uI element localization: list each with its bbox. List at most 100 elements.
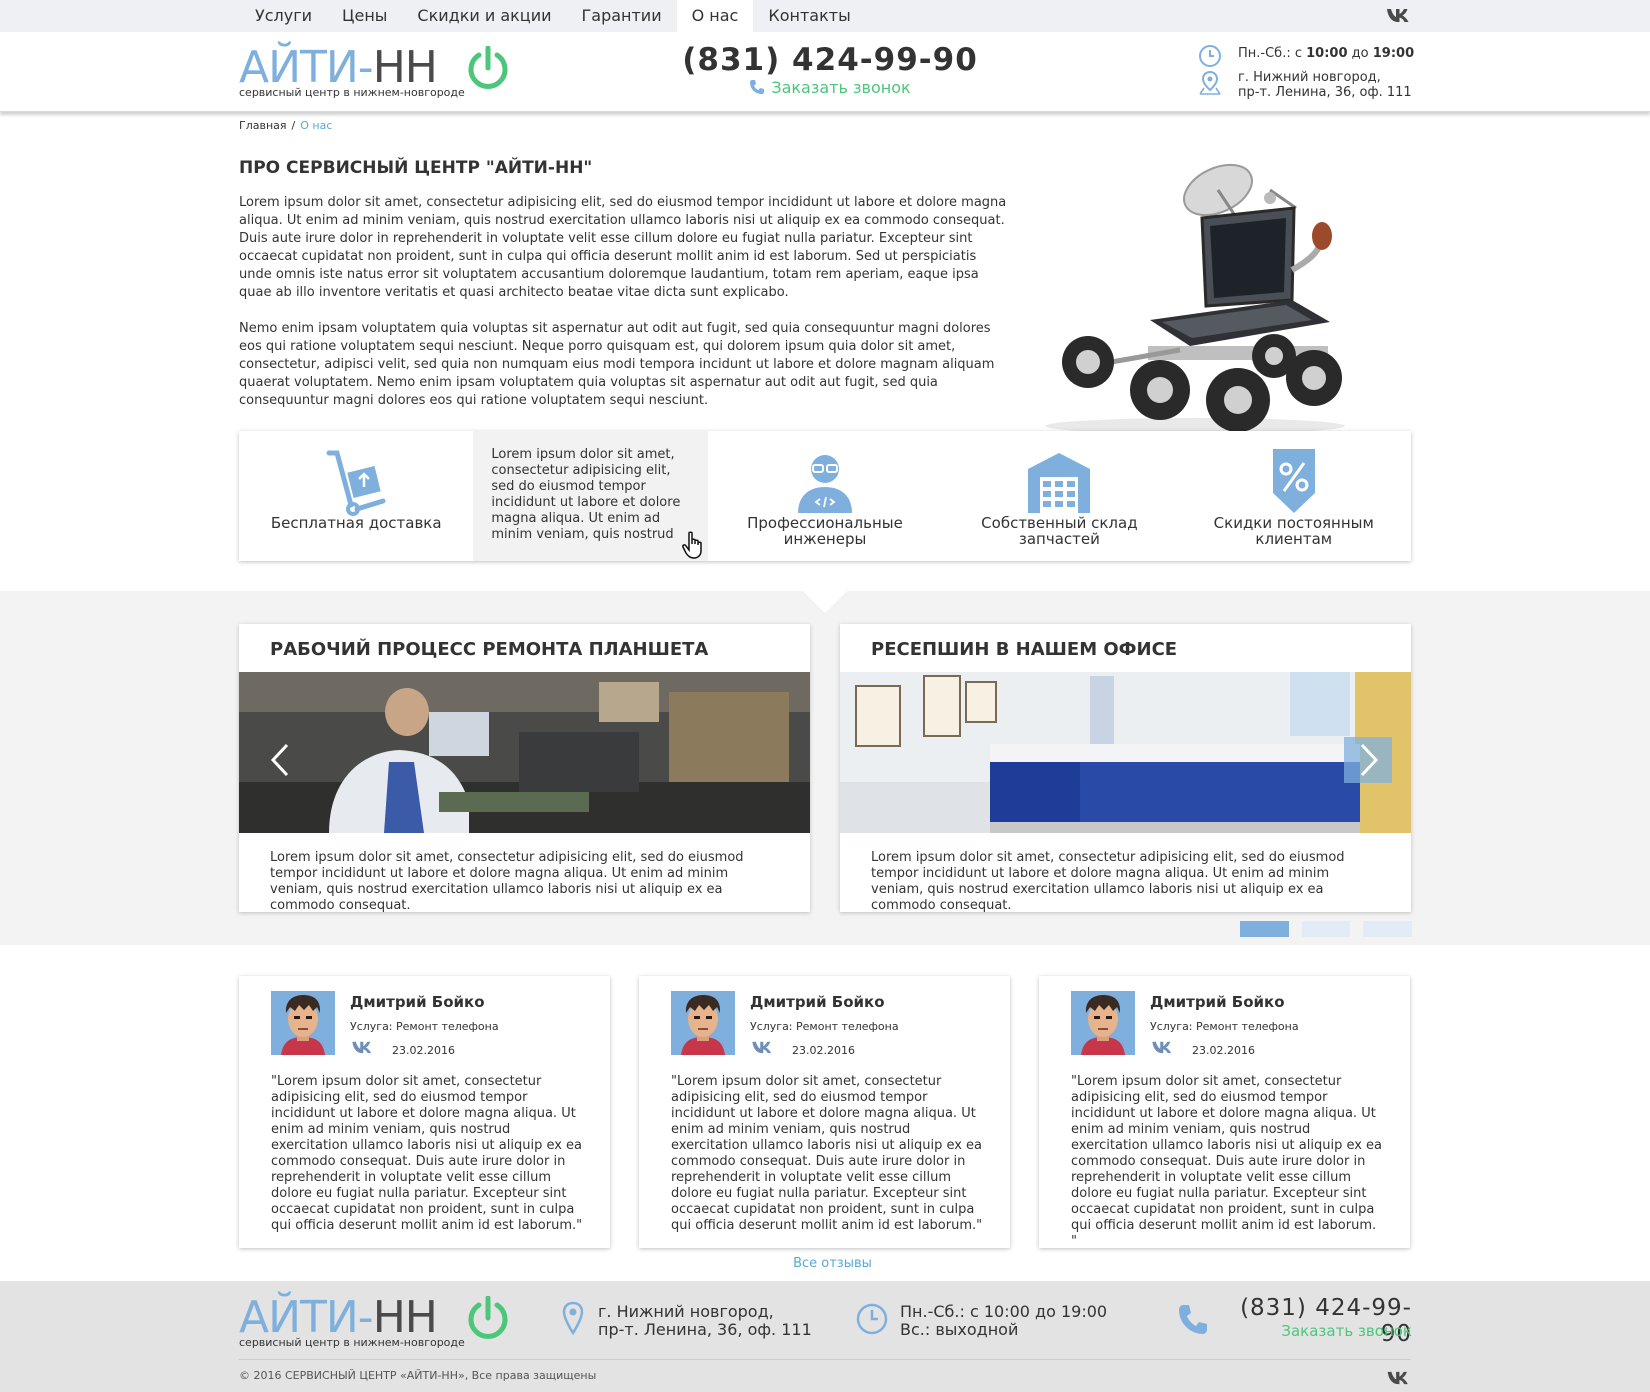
footer-logo[interactable]: АЙТИ-НН сервисный центр в нижнем-новгоро… (239, 1294, 509, 1354)
logo-tagline: сервисный центр в нижнем-новгороде (239, 1336, 465, 1349)
slider-page-3[interactable] (1363, 921, 1413, 937)
nav-menu: Услуги Цены Скидки и акции Гарантии О на… (240, 0, 866, 32)
power-icon (468, 1296, 508, 1339)
location-pin-icon (1199, 70, 1221, 95)
vk-icon[interactable] (1150, 1040, 1174, 1054)
review-service: Услуга: Ремонт телефона (1150, 1020, 1299, 1033)
header-phone[interactable]: (831) 424-99-90 (680, 42, 980, 78)
review-date: 23.02.2016 (792, 1044, 855, 1057)
nav-item-about[interactable]: О нас (676, 0, 754, 32)
feature-label: Профессиональные инженеры (747, 514, 903, 548)
reviewer-name: Дмитрий Бойко (1150, 993, 1285, 1011)
site-header: АЙТИ-НН сервисный центр в нижнем-новгоро… (0, 32, 1650, 112)
slider-page-2[interactable] (1301, 921, 1351, 937)
warehouse-icon (1028, 453, 1091, 513)
features-bar: Бесплатная доставка Lorem ipsum dolor si… (239, 431, 1411, 561)
nav-item-services[interactable]: Услуги (240, 0, 327, 32)
review-date: 23.02.2016 (392, 1044, 455, 1057)
footer-divider (239, 1359, 1411, 1360)
engineer-icon (797, 455, 852, 513)
review-card: Дмитрий Бойко Услуга: Ремонт телефона 23… (239, 976, 610, 1248)
nav-item-prices[interactable]: Цены (327, 0, 402, 32)
breadcrumb-separator: / (291, 119, 296, 132)
nav-item-discounts[interactable]: Скидки и акции (402, 0, 566, 32)
footer-address: г. Нижний новгород, пр-т. Ленина, 36, оф… (598, 1302, 812, 1339)
wheel (1062, 336, 1114, 388)
slider-page-1[interactable] (1240, 921, 1289, 937)
review-text: "Lorem ipsum dolor sit amet, consectetur… (671, 1074, 983, 1233)
breadcrumb-current: О нас (300, 119, 333, 132)
vk-icon[interactable] (350, 1040, 374, 1054)
feature-discounts[interactable]: Скидки постоянным клиентам (1177, 431, 1411, 561)
working-hours: Пн.-Сб.: с 10:00 до 19:00 (1238, 46, 1415, 61)
avatar (671, 991, 735, 1055)
gallery-card-title: РЕСЕПШИН В НАШЕМ ОФИСЕ (871, 639, 1178, 660)
review-service: Услуга: Ремонт телефона (350, 1020, 499, 1033)
discount-icon (1272, 449, 1315, 513)
gallery-card-text: Lorem ipsum dolor sit amet, consectetur … (270, 850, 744, 913)
all-reviews-link[interactable]: Все отзывы (0, 1256, 1650, 1271)
clock-icon (1199, 45, 1221, 67)
about-paragraph-1: Lorem ipsum dolor sit amet, consectetur … (239, 195, 1007, 300)
slider-prev-arrow[interactable] (257, 737, 305, 783)
slider-next-arrow[interactable] (1344, 737, 1392, 783)
location-pin-icon (562, 1301, 584, 1335)
footer-hours: Пн.-Сб.: с 10:00 до 19:00 Вс.: выходной (900, 1302, 1108, 1339)
review-service: Услуга: Ремонт телефона (750, 1020, 899, 1033)
breadcrumb: Главная / О нас (239, 119, 332, 132)
nav-item-guarantees[interactable]: Гарантии (567, 0, 677, 32)
page-title: ПРО СЕРВИСНЫЙ ЦЕНТР "АЙТИ-НН" (239, 158, 593, 178)
reception-photo (840, 672, 1411, 833)
gallery-card-reception: РЕСЕПШИН В НАШЕМ ОФИСЕ Lorem ipsum dolor… (840, 624, 1411, 913)
top-navigation: Услуги Цены Скидки и акции Гарантии О на… (0, 0, 1650, 32)
callback-link[interactable]: Заказать звонок (680, 78, 980, 97)
site-footer: АЙТИ-НН сервисный центр в нижнем-новгоро… (0, 1281, 1650, 1392)
footer-callback-link[interactable]: Заказать звонок (1220, 1322, 1412, 1340)
phone-icon (750, 80, 765, 94)
gallery-card-text: Lorem ipsum dolor sit amet, consectetur … (871, 850, 1345, 913)
clock-icon (856, 1303, 888, 1335)
section-notch (803, 591, 847, 613)
vk-icon[interactable] (1386, 7, 1410, 23)
about-text: Lorem ipsum dolor sit amet, consectetur … (239, 194, 1009, 428)
feature-hover-description[interactable]: Lorem ipsum dolor sit amet, consectetur … (473, 431, 708, 561)
robot-laptop-image (1045, 163, 1345, 432)
avatar (1071, 991, 1135, 1055)
copyright: © 2016 СЕРВИСНЫЙ ЦЕНТР «АЙТИ-НН», Все пр… (239, 1369, 597, 1382)
vk-icon[interactable] (1386, 1370, 1410, 1385)
slider-pagination (1240, 921, 1413, 937)
hand-truck-icon (326, 450, 386, 516)
header-address: г. Нижний новгород, пр-т. Ленина, 36, оф… (1238, 70, 1412, 100)
review-text: "Lorem ipsum dolor sit amet, consectetur… (1071, 1074, 1383, 1249)
review-card: Дмитрий Бойко Услуга: Ремонт телефона 23… (1039, 976, 1410, 1249)
feature-free-delivery[interactable]: Бесплатная доставка (239, 431, 473, 561)
logo-wordmark: АЙТИ-НН (239, 1292, 438, 1343)
site-logo[interactable]: АЙТИ-НН сервисный центр в нижнем-новгоро… (239, 44, 509, 104)
gallery-card-title: РАБОЧИЙ ПРОЦЕСС РЕМОНТА ПЛАНШЕТА (270, 639, 709, 660)
phone-icon (1179, 1305, 1207, 1334)
header-phone-block: (831) 424-99-90 Заказать звонок (680, 42, 980, 97)
about-paragraph-2: Nemo enim ipsam voluptatem quia voluptas… (239, 321, 995, 408)
logo-wordmark: АЙТИ-НН (239, 42, 438, 93)
breadcrumb-home[interactable]: Главная (239, 119, 287, 132)
repair-photo (239, 672, 810, 833)
header-contacts: Пн.-Сб.: с 10:00 до 19:00 г. Нижний новг… (1198, 44, 1418, 100)
review-date: 23.02.2016 (1192, 1044, 1255, 1057)
feature-label: Бесплатная доставка (270, 514, 442, 532)
hand-cursor-icon (682, 531, 703, 559)
feature-engineers[interactable]: Профессиональные инженеры (708, 431, 942, 561)
review-card: Дмитрий Бойко Услуга: Ремонт телефона 23… (639, 976, 1010, 1248)
logo-tagline: сервисный центр в нижнем-новгороде (239, 86, 465, 99)
gallery-card-repair: РАБОЧИЙ ПРОЦЕСС РЕМОНТА ПЛАНШЕТА Lorem i… (239, 624, 810, 913)
feature-description: Lorem ipsum dolor sit amet, consectetur … (491, 447, 681, 542)
feature-label: Скидки постоянным клиентам (1213, 514, 1374, 548)
vk-icon[interactable] (750, 1040, 774, 1054)
feature-label: Собственный склад запчастей (981, 514, 1138, 548)
reviewer-name: Дмитрий Бойко (750, 993, 885, 1011)
power-icon (468, 46, 508, 89)
feature-warehouse[interactable]: Собственный склад запчастей (942, 431, 1176, 561)
nav-item-contacts[interactable]: Контакты (753, 0, 865, 32)
reviewer-name: Дмитрий Бойко (350, 993, 485, 1011)
avatar (271, 991, 335, 1055)
review-text: "Lorem ipsum dolor sit amet, consectetur… (271, 1074, 583, 1233)
